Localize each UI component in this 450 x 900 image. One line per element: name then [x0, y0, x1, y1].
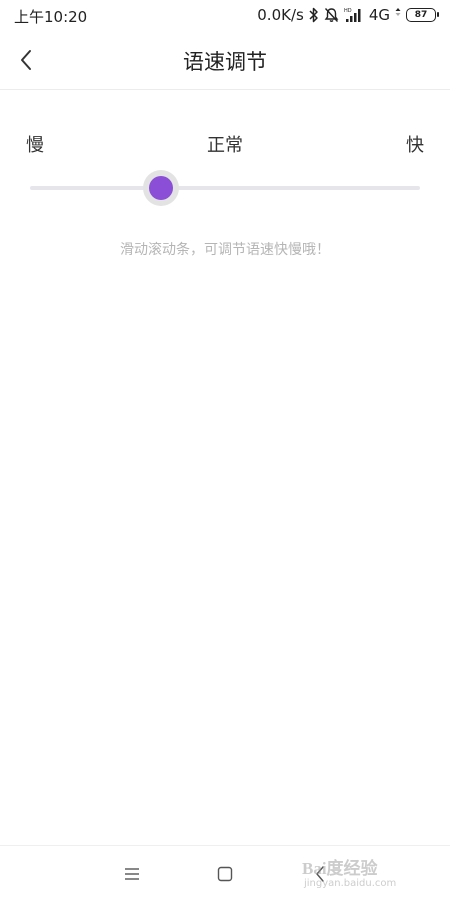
header: 语速调节	[0, 30, 450, 90]
speed-label-fast: 快	[406, 135, 424, 156]
slider-track[interactable]	[30, 186, 420, 190]
hint-text: 滑动滚动条，可调节语速快慢哦！	[120, 242, 330, 258]
baidu-watermark: Bai度经验 jingyan.baidu.com	[302, 848, 422, 894]
menu-icon	[125, 868, 139, 880]
network-type: 4G	[368, 6, 390, 24]
speed-slider[interactable]	[30, 170, 420, 206]
speed-label-normal: 正常	[207, 135, 243, 156]
battery-level: 87	[414, 10, 428, 20]
network-speed: 0.0K/s	[257, 6, 304, 24]
status-bar: 上午10:20 0.0K/s HD 4G 87	[0, 0, 450, 30]
mute-bell-icon	[324, 7, 339, 23]
nav-home-button[interactable]	[209, 858, 241, 890]
data-arrows-icon	[395, 7, 401, 23]
svg-text:HD: HD	[344, 8, 352, 14]
status-icons: 0.0K/s HD 4G 87	[257, 5, 439, 25]
watermark-text: Bai度经验	[302, 859, 378, 878]
status-time: 上午10:20	[14, 8, 88, 26]
slider-thumb[interactable]	[142, 170, 179, 206]
home-square-icon	[217, 866, 233, 882]
slider-thumb-dot	[148, 176, 173, 200]
nav-menu-button[interactable]	[116, 858, 148, 890]
page-title: 语速调节	[183, 50, 267, 74]
bluetooth-icon	[309, 7, 319, 23]
watermark-url: jingyan.baidu.com	[304, 878, 397, 889]
hd-signal-icon: HD	[344, 7, 364, 23]
battery-icon: 87	[406, 8, 439, 22]
